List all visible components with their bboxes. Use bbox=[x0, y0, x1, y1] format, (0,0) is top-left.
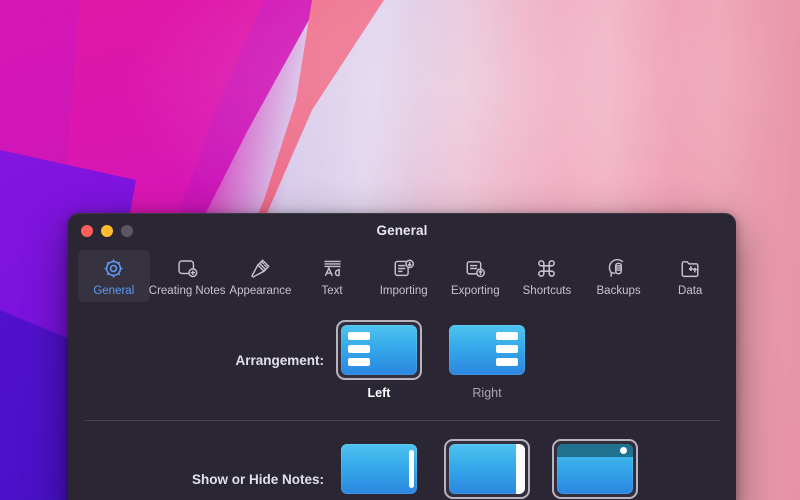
window-titlebar: General bbox=[68, 214, 736, 248]
toolbar-item-text[interactable]: Text bbox=[296, 250, 368, 302]
toolbar-item-exporting[interactable]: Exporting bbox=[440, 250, 512, 302]
toolbar-item-backups[interactable]: Backups bbox=[583, 250, 655, 302]
bar bbox=[496, 358, 518, 366]
arrangement-option-left[interactable]: Left bbox=[336, 320, 422, 400]
bar bbox=[496, 345, 518, 353]
toolbar-label-exporting: Exporting bbox=[451, 285, 500, 297]
toolbar-label-backups: Backups bbox=[596, 285, 641, 297]
arrangement-right-label: Right bbox=[472, 386, 502, 400]
paintbrush-icon bbox=[249, 255, 272, 281]
toolbar-item-appearance[interactable]: Appearance bbox=[225, 250, 297, 302]
edge-strip-thin bbox=[409, 450, 414, 488]
hot-side-thumbnail bbox=[449, 444, 525, 494]
arrangement-option-right[interactable]: Right bbox=[444, 320, 530, 400]
sidebar-bars-right bbox=[496, 332, 518, 366]
bar bbox=[348, 358, 370, 366]
section-divider bbox=[84, 420, 720, 421]
window-title: General bbox=[376, 223, 428, 238]
document-export-icon bbox=[464, 255, 487, 281]
show-hide-option-hot-side[interactable]: Hot Side bbox=[444, 439, 530, 500]
document-import-icon bbox=[392, 255, 415, 281]
arrangement-left-thumbnail-frame[interactable] bbox=[336, 320, 422, 380]
toolbar-item-data[interactable]: Data bbox=[654, 250, 726, 302]
menubar-thumbnail-frame[interactable] bbox=[552, 439, 638, 499]
gear-icon bbox=[102, 255, 125, 281]
setting-row-show-or-hide-notes: Show or Hide Notes: Open Bar bbox=[68, 439, 736, 500]
toolbar-label-data: Data bbox=[678, 285, 703, 297]
command-key-icon bbox=[535, 255, 558, 281]
bar bbox=[348, 332, 370, 340]
toolbar-item-creating-notes[interactable]: Creating Notes bbox=[148, 250, 226, 302]
arrangement-label: Arrangement: bbox=[235, 353, 324, 368]
toolbar-label-shortcuts: Shortcuts bbox=[522, 285, 572, 297]
bar bbox=[496, 332, 518, 340]
arrangement-right-thumbnail bbox=[449, 325, 525, 375]
toolbar-item-importing[interactable]: Importing bbox=[368, 250, 440, 302]
edge-strip-wide bbox=[516, 444, 525, 494]
folder-data-icon bbox=[679, 255, 702, 281]
arrangement-left-label: Left bbox=[367, 386, 391, 400]
preferences-toolbar: General Creating Notes Appearance Text I… bbox=[68, 248, 736, 302]
hot-side-thumbnail-frame[interactable] bbox=[444, 439, 530, 499]
preferences-content: Arrangement: Left Right Show or Hide Not… bbox=[68, 320, 736, 500]
note-plus-icon bbox=[176, 255, 199, 281]
menubar-thumbnail bbox=[557, 444, 633, 494]
toolbar-label-importing: Importing bbox=[379, 285, 428, 297]
toolbar-item-shortcuts[interactable]: Shortcuts bbox=[511, 250, 583, 302]
show-or-hide-notes-label: Show or Hide Notes: bbox=[191, 472, 324, 487]
toolbar-label-appearance: Appearance bbox=[229, 285, 292, 297]
arrangement-right-thumbnail-frame[interactable] bbox=[444, 320, 530, 380]
open-bar-thumbnail-frame[interactable] bbox=[336, 439, 422, 499]
open-bar-thumbnail bbox=[341, 444, 417, 494]
menubar-status-dot bbox=[620, 447, 627, 454]
toolbar-label-general: General bbox=[93, 285, 135, 297]
toolbar-item-general[interactable]: General bbox=[78, 250, 150, 302]
sidebar-bars-left bbox=[348, 332, 370, 366]
bar bbox=[348, 345, 370, 353]
show-hide-option-menubar[interactable]: Menubar bbox=[552, 439, 638, 500]
toolbar-label-creating-notes: Creating Notes bbox=[148, 285, 226, 297]
desktop-wallpaper: General General Creating Notes Appearanc… bbox=[0, 0, 800, 500]
preferences-window: General General Creating Notes Appearanc… bbox=[68, 213, 736, 500]
setting-row-arrangement: Arrangement: Left Right bbox=[68, 320, 736, 400]
backup-disk-icon bbox=[607, 255, 630, 281]
show-or-hide-notes-options: Open Bar Hot Side bbox=[336, 439, 638, 500]
text-aa-icon bbox=[321, 255, 344, 281]
arrangement-left-thumbnail bbox=[341, 325, 417, 375]
arrangement-options: Left Right bbox=[336, 320, 530, 400]
show-hide-option-open-bar[interactable]: Open Bar bbox=[336, 439, 422, 500]
toolbar-label-text: Text bbox=[321, 285, 343, 297]
